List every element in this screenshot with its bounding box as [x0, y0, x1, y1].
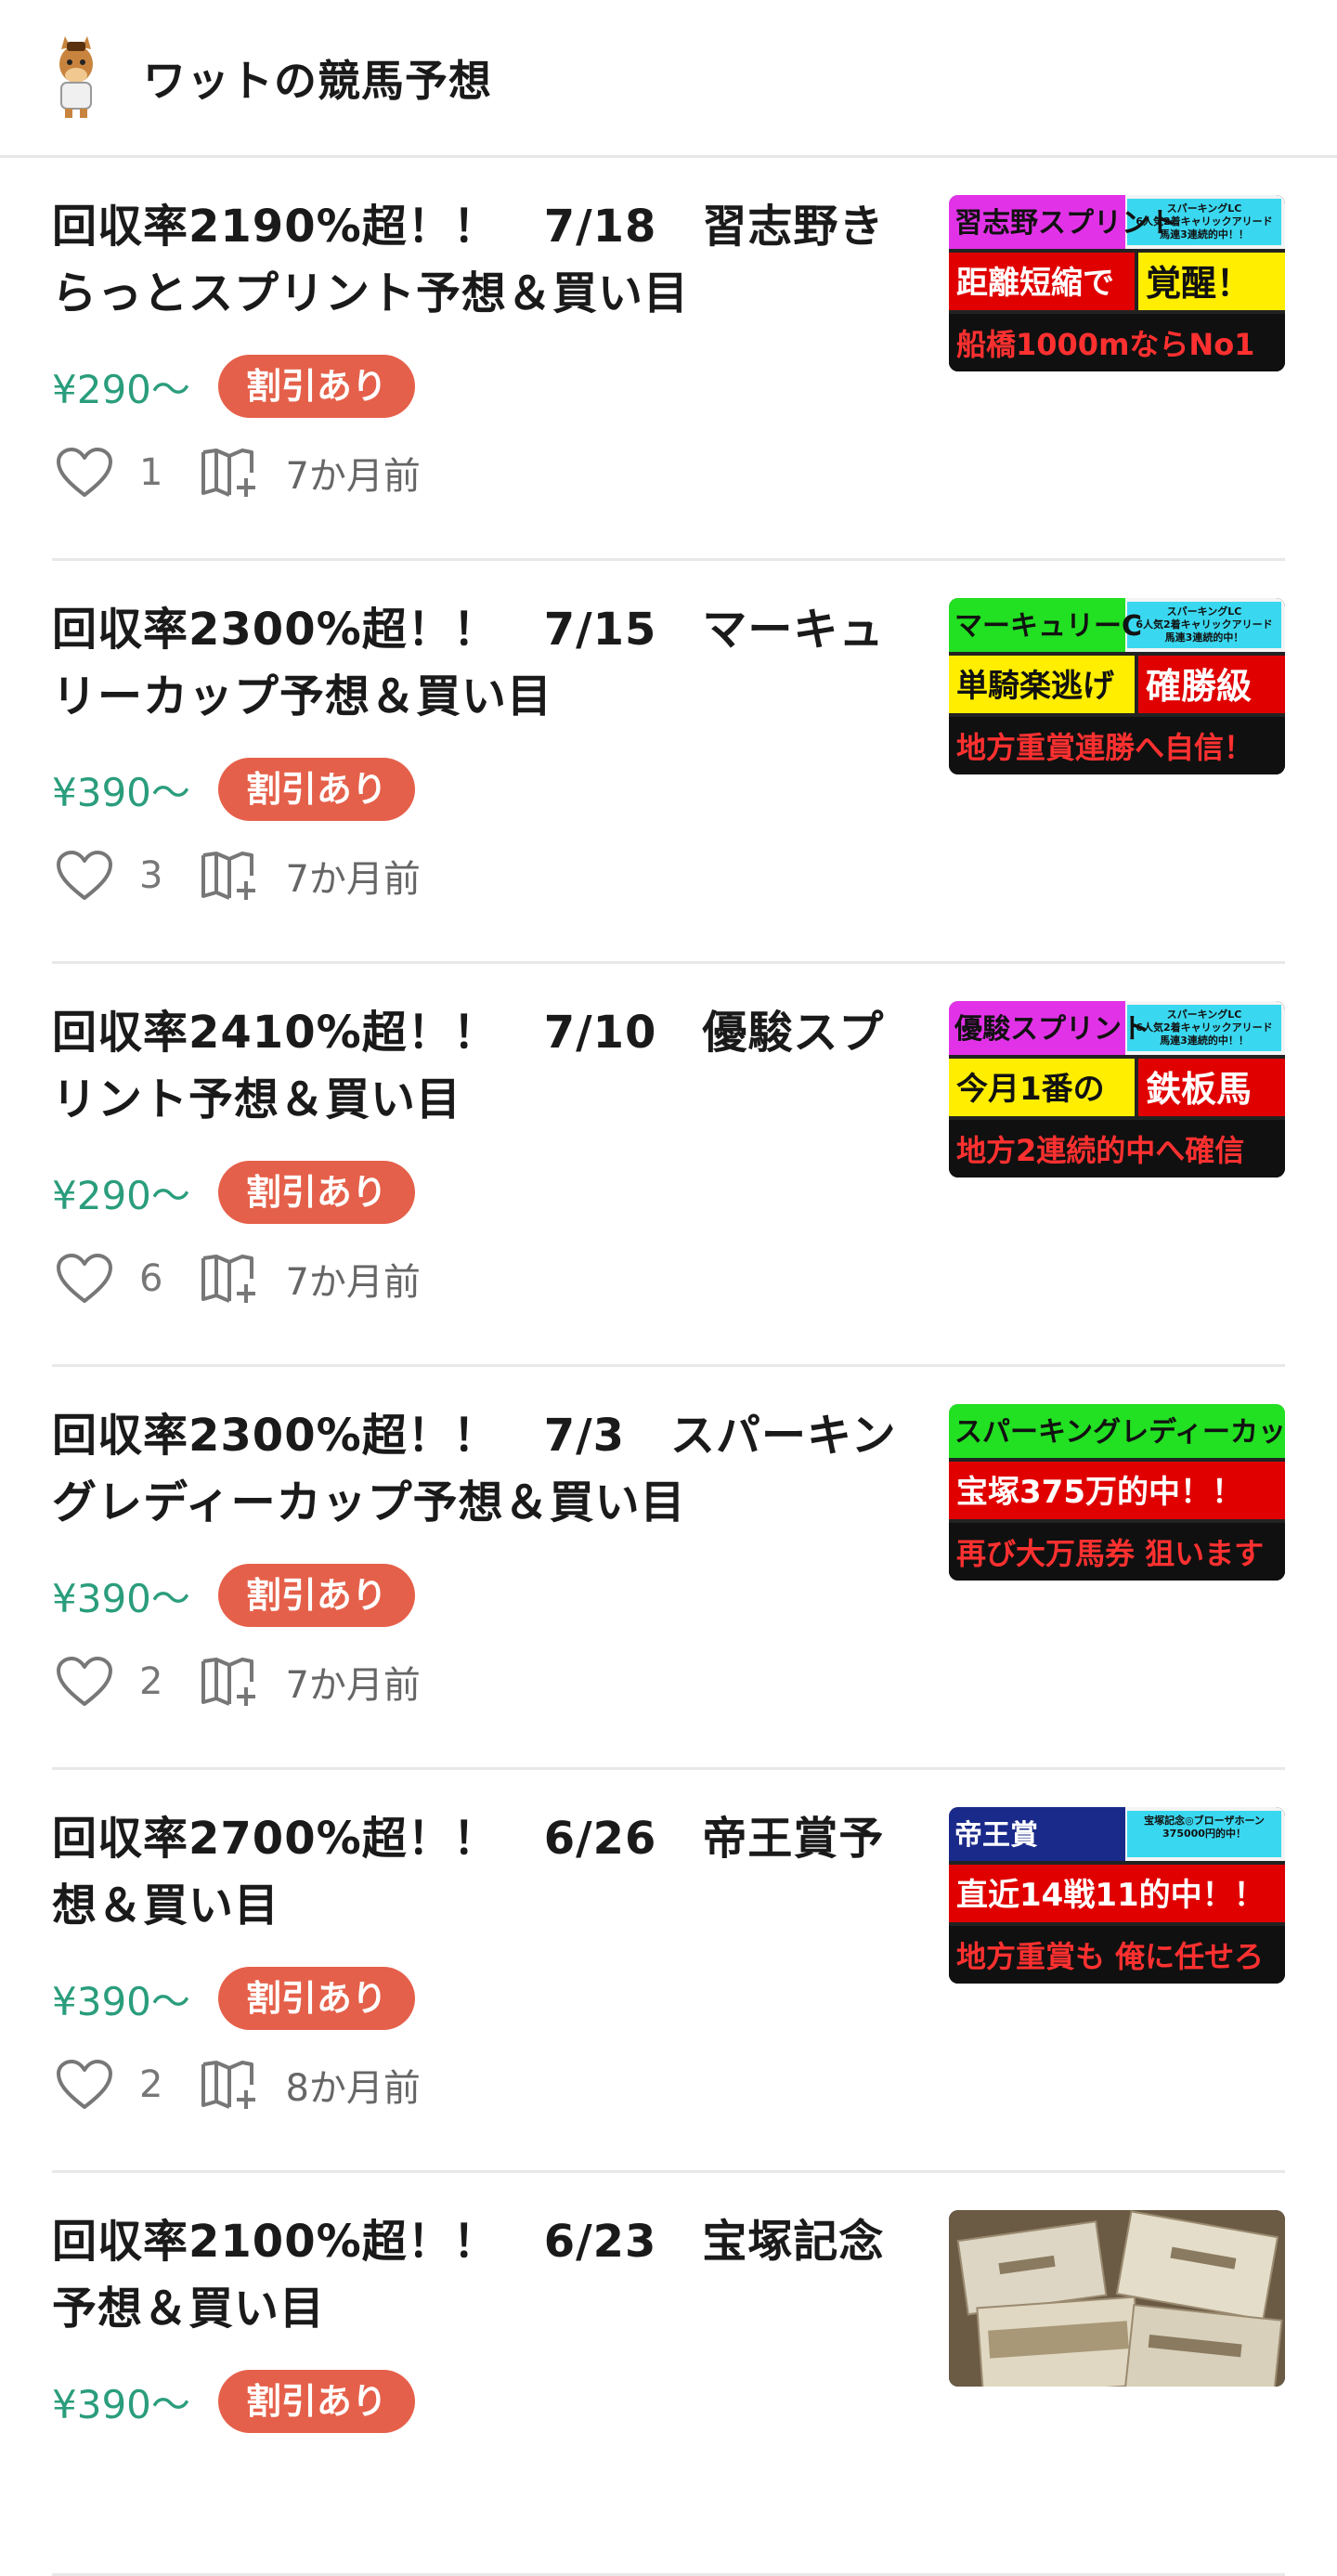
thumb-subline-text: 地方重賞も 俺に任せろ: [956, 1939, 1264, 1974]
published-age: 7か月前: [285, 455, 421, 498]
like-count: 1: [139, 451, 163, 494]
like-count: 2: [139, 1660, 163, 1703]
site-title[interactable]: ワットの競馬予想: [143, 47, 492, 109]
price-row: ¥390〜 割引あり: [52, 1967, 415, 2030]
article-title[interactable]: 回収率2300%超！！ 7/3 スパーキン グレディーカップ予想＆買い目: [52, 1402, 906, 1536]
published-age: 7か月前: [285, 1261, 421, 1304]
thumb-note-text: スパーキングLC: [1167, 1008, 1242, 1021]
discount-badge: 割引あり: [217, 2370, 415, 2433]
meta-row: 3 7か月前: [56, 849, 421, 903]
meta-row: 1 7か月前: [56, 446, 421, 500]
thumb-headline-text: 単騎楽逃げ: [956, 668, 1114, 705]
discount-badge: 割引あり: [217, 758, 415, 821]
article-card[interactable]: 回収率2190%超！！ 7/18 習志野き らっとスプリント予想＆買い目 ¥290…: [52, 158, 1285, 561]
thumb-headline-text: 鉄板馬: [1146, 1069, 1252, 1110]
thumb-note-text: スパーキングLC: [1167, 202, 1242, 215]
article-card[interactable]: 回収率2700%超！！ 6/26 帝王賞予 想＆買い目 ¥390〜 割引あり 2 8か月…: [52, 1770, 1285, 2173]
meta-row: 2 7か月前: [56, 1655, 421, 1709]
article-card[interactable]: 回収率2300%超！！ 7/3 スパーキン グレディーカップ予想＆買い目 ¥390…: [52, 1367, 1285, 1770]
app-header: ワットの競馬予想: [0, 0, 1337, 158]
article-title[interactable]: 回収率2410%超！！ 7/10 優駿スプ リント予想＆買い目: [52, 999, 906, 1133]
heart-icon[interactable]: [56, 447, 113, 499]
add-to-magazine-icon[interactable]: [200, 1253, 259, 1305]
article-price: ¥290〜: [52, 366, 190, 412]
heart-icon[interactable]: [56, 850, 113, 902]
thumb-note-text: スパーキングLC: [1167, 605, 1242, 618]
article-price: ¥390〜: [52, 1575, 190, 1621]
discount-badge: 割引あり: [217, 1967, 415, 2030]
price-row: ¥290〜 割引あり: [52, 355, 415, 418]
like-count: 6: [139, 1257, 163, 1300]
article-title[interactable]: 回収率2300%超！！ 7/15 マーキュ リーカップ予想＆買い目: [52, 596, 906, 730]
thumb-headline-text: 確勝級: [1146, 666, 1252, 707]
heart-icon[interactable]: [56, 2059, 113, 2111]
thumb-subline-text: 地方重賞連勝へ自信！: [956, 730, 1253, 765]
price-row: ¥390〜 割引あり: [52, 758, 415, 821]
price-row: ¥390〜 割引あり: [52, 1564, 415, 1627]
thumb-subline-text: 船橋1000mならNo1: [956, 327, 1254, 362]
article-thumbnail[interactable]: スパーキングレディーカップ宝塚375万的中！！ 再び大万馬券 狙います: [949, 1404, 1285, 1581]
thumb-note-text: 375000円的中！: [1162, 1827, 1246, 1840]
discount-badge: 割引あり: [217, 355, 415, 418]
add-to-magazine-icon[interactable]: [200, 1656, 259, 1708]
thumb-note-text: 6人気2着キャリックアリード: [1136, 618, 1272, 631]
meta-row: 6 7か月前: [56, 1252, 421, 1306]
article-price: ¥390〜: [52, 769, 190, 815]
thumb-headline-text: 覚醒！: [1146, 263, 1252, 304]
article-price: ¥390〜: [52, 2381, 190, 2427]
price-row: ¥390〜 割引あり: [52, 2370, 415, 2433]
article-card[interactable]: 回収率2300%超！！ 7/15 マーキュ リーカップ予想＆買い目 ¥390〜 割引…: [52, 561, 1285, 964]
article-price: ¥390〜: [52, 1978, 190, 2024]
published-age: 7か月前: [285, 1664, 421, 1707]
article-thumbnail[interactable]: 習志野スプリント スパーキングLC 6人気2着キャリックアリード 馬連3連続的中！！距…: [949, 195, 1285, 371]
horse-mascot-icon[interactable]: [46, 35, 106, 120]
thumb-note-text: 馬連3連続的中！！: [1160, 228, 1249, 241]
thumb-note-text: 6人気2着キャリックアリード: [1136, 215, 1272, 228]
heart-icon[interactable]: [56, 1656, 113, 1708]
article-title[interactable]: 回収率2100%超！！ 6/23 宝塚記念 予想＆買い目: [52, 2208, 906, 2342]
like-count: 2: [139, 2063, 163, 2106]
price-row: ¥290〜 割引あり: [52, 1161, 415, 1224]
article-card[interactable]: 回収率2100%超！！ 6/23 宝塚記念 予想＆買い目 ¥390〜 割引あり: [52, 2173, 1285, 2576]
article-card[interactable]: 回収率2410%超！！ 7/10 優駿スプ リント予想＆買い目 ¥290〜 割引あり…: [52, 964, 1285, 1367]
thumb-note-text: 馬連3連続的中！！: [1160, 1034, 1249, 1047]
thumb-headline-text: 距離短縮で: [956, 265, 1114, 302]
thumb-note-text: 宝塚記念◎ブローザホーン: [1144, 1814, 1265, 1827]
thumb-headline-text: 直近14戦11的中！！: [956, 1877, 1266, 1914]
article-list: 回収率2190%超！！ 7/18 習志野き らっとスプリント予想＆買い目 ¥290…: [0, 158, 1337, 2576]
add-to-magazine-icon[interactable]: [200, 2059, 259, 2111]
thumb-subline-text: 地方2連続的中へ確信: [956, 1133, 1244, 1168]
like-count: 3: [139, 854, 163, 897]
thumb-note-text: 馬連3連続的中！: [1165, 631, 1244, 644]
thumb-tag-text: マーキュリーC: [954, 610, 1142, 643]
discount-badge: 割引あり: [217, 1161, 415, 1224]
thumb-note-text: 6人気2着キャリックアリード: [1136, 1021, 1272, 1034]
discount-badge: 割引あり: [217, 1564, 415, 1627]
meta-row: 2 8か月前: [56, 2058, 421, 2112]
add-to-magazine-icon[interactable]: [200, 850, 259, 902]
article-title[interactable]: 回収率2190%超！！ 7/18 習志野き らっとスプリント予想＆買い目: [52, 193, 906, 327]
thumb-subline-text: 再び大万馬券 狙います: [956, 1536, 1264, 1571]
thumb-tag-text: 優駿スプリント: [954, 1013, 1149, 1046]
article-thumbnail[interactable]: 帝王賞 宝塚記念◎ブローザホーン 375000円的中！ 直近14戦11的中！！ 地方重賞…: [949, 1807, 1285, 1984]
thumb-tag-text: スパーキングレディーカップ: [954, 1416, 1285, 1449]
thumb-headline-text: 宝塚375万的中！！: [956, 1474, 1243, 1511]
add-to-magazine-icon[interactable]: [200, 447, 259, 499]
thumb-headline-text: 今月1番の: [956, 1071, 1105, 1108]
article-thumbnail[interactable]: 優駿スプリント スパーキングLC 6人気2着キャリックアリード 馬連3連続的中！！ 今月…: [949, 1001, 1285, 1177]
article-price: ¥290〜: [52, 1172, 190, 1218]
article-title[interactable]: 回収率2700%超！！ 6/26 帝王賞予 想＆買い目: [52, 1805, 906, 1939]
published-age: 8か月前: [285, 2067, 421, 2110]
article-thumbnail[interactable]: [949, 2210, 1285, 2387]
thumb-tag-text: 帝王賞: [954, 1819, 1038, 1852]
published-age: 7か月前: [285, 858, 421, 901]
article-thumbnail[interactable]: マーキュリーC スパーキングLC 6人気2着キャリックアリード 馬連3連続的中！ 単騎楽…: [949, 598, 1285, 774]
heart-icon[interactable]: [56, 1253, 113, 1305]
